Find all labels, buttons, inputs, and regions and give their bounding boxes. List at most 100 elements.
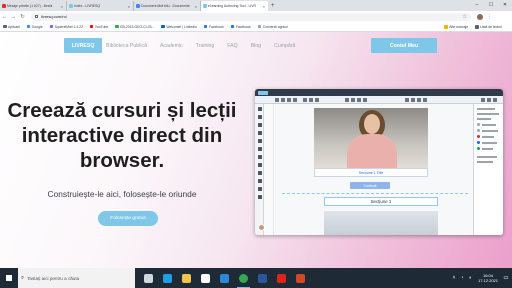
notifications-icon[interactable]: ▭ (502, 275, 510, 281)
back-icon[interactable]: ← (0, 14, 9, 20)
start-button[interactable] (0, 268, 18, 288)
taskbar-app-word[interactable] (253, 268, 272, 288)
taskbar-app-chrome[interactable] (234, 268, 253, 288)
close-tab-icon[interactable]: × (128, 4, 130, 9)
editor-canvas: Secțiune 1 Title Continuă Secțiune 1 (274, 104, 473, 235)
close-tab-icon[interactable]: × (195, 4, 197, 9)
nav-link[interactable]: Blog (251, 43, 261, 49)
taskbar-app-acrobat[interactable] (272, 268, 291, 288)
nav-link[interactable]: Training (196, 43, 215, 49)
bookmark-label: Facebook (235, 24, 251, 29)
forward-icon[interactable]: → (9, 14, 18, 20)
taskbar-app-powerpoint[interactable] (291, 268, 310, 288)
hero-headline: Creează cursuri și lecții interactive di… (7, 99, 237, 172)
nav-link[interactable]: FAQ (227, 43, 237, 49)
file-explorer-icon (182, 273, 191, 283)
bookmark-label: Welcome! | LinkedIn (166, 24, 197, 29)
tab-favicon (136, 4, 140, 8)
editor-topbar (255, 89, 503, 96)
tab-favicon (203, 4, 207, 8)
acrobat-icon (277, 273, 286, 283)
editor-user-avatar (258, 224, 265, 231)
nav-link[interactable]: Biblioteca Publică (106, 43, 147, 49)
taskbar-app-store[interactable] (196, 268, 215, 288)
browser-menu-icon[interactable]: ⋮ (487, 14, 492, 20)
bookmark-item[interactable]: Conversii agricol (257, 25, 288, 29)
bookmark-item[interactable]: Aplicații (3, 25, 20, 29)
lock-icon[interactable] (35, 15, 38, 18)
system-tray: ˄ ◔ ◖ 16:04 17.12.2021 ▭ (450, 268, 510, 288)
folder-icon (444, 25, 448, 29)
my-account-button[interactable]: Contul Meu (371, 38, 437, 53)
editor-page-list (264, 104, 274, 235)
bookmark-item[interactable]: Welcome! | LinkedIn (161, 25, 197, 29)
browser-tab[interactable]: Mesaje primite (1 627) - iliesbi × (0, 1, 67, 11)
close-window-icon[interactable]: ✕ (498, 0, 512, 11)
bookmark-favicon (161, 24, 165, 29)
window-controls: – ☐ ✕ (470, 0, 512, 11)
browser-toolbar: ← → ↻ livresq.com/ro/ ☆ ⋮ (0, 11, 512, 22)
minimize-icon[interactable]: – (470, 0, 484, 11)
task-view-icon (144, 273, 153, 283)
bookmark-item[interactable]: YouTube (89, 24, 109, 29)
word-icon (258, 273, 267, 283)
bookmark-item[interactable]: Facebook (230, 24, 251, 29)
close-tab-icon[interactable]: × (263, 4, 265, 9)
browser-tab[interactable]: Document fără titlu - Documente × (134, 1, 201, 11)
editor-continue-button: Continuă (350, 182, 390, 189)
bookmark-item[interactable]: Facebook (203, 25, 224, 29)
bookmark-star-icon[interactable]: ☆ (463, 14, 467, 20)
volume-icon[interactable]: ◖ (466, 275, 474, 281)
nav-link[interactable]: Academic (160, 43, 183, 49)
bookmark-item[interactable]: Google (26, 24, 43, 29)
other-bookmarks-folder[interactable]: Alte marcaje (444, 25, 468, 29)
windows-taskbar: ⌕ Tastați aici pentru a căuta ˄ ◔ ◖ 16:0… (0, 268, 512, 288)
editor-left-toolbar (255, 104, 264, 235)
taskbar-search-placeholder: Tastați aici pentru a căuta (27, 275, 80, 281)
use-free-button[interactable]: Folosește gratuit (98, 211, 158, 226)
taskbar-app-task-view[interactable] (139, 268, 158, 288)
editor-hero-photo (314, 108, 428, 168)
browser-tab[interactable]: Index - LIVRESQ × (67, 1, 134, 11)
hero-subheadline: Construiește-le aici, folosește-le oriun… (47, 189, 197, 199)
new-tab-button[interactable]: + (271, 1, 275, 11)
editor-toolbar (255, 96, 503, 104)
bookmark-favicon (3, 24, 7, 29)
browser-tab-active[interactable]: eLearning Authoring Tool - LIVR × (201, 1, 268, 11)
editor-preview-image: Secțiune 1 Title Continuă Secțiune 1 (255, 89, 503, 235)
bookmark-label: Google (31, 24, 43, 29)
browser-tab-strip: Mesaje primite (1 627) - iliesbi × Index… (0, 0, 512, 11)
site-navbar: LIVRESQ Biblioteca Publică Academic Trai… (0, 32, 512, 60)
close-tab-icon[interactable]: × (61, 4, 63, 9)
taskbar-search[interactable]: ⌕ Tastați aici pentru a căuta (18, 268, 135, 288)
bookmark-item[interactable]: EB-2013-GEO-CI-03... (115, 25, 154, 29)
bookmark-favicon (49, 24, 54, 29)
tab-title: Mesaje primite (1 627) - iliesbi (7, 4, 53, 8)
maximize-icon[interactable]: ☐ (484, 0, 498, 11)
edge-icon (163, 273, 172, 283)
taskbar-app-mail[interactable] (215, 268, 234, 288)
windows-logo-icon (5, 274, 13, 282)
tab-favicon (2, 4, 6, 8)
network-icon[interactable]: ◔ (458, 275, 466, 281)
bookmark-item[interactable]: SquirrelMail 1.4.22 (49, 24, 83, 29)
powerpoint-icon (296, 273, 305, 283)
taskbar-clock[interactable]: 16:04 17.12.2021 (478, 273, 498, 284)
store-icon (201, 273, 210, 283)
editor-properties-panel (473, 104, 503, 235)
taskbar-app-edge[interactable] (158, 268, 177, 288)
site-logo[interactable]: LIVRESQ (64, 38, 102, 53)
reload-icon[interactable]: ↻ (18, 14, 27, 20)
bookmark-label: Alte marcaje (449, 25, 469, 29)
profile-avatar[interactable] (477, 13, 483, 20)
address-bar[interactable]: livresq.com/ro/ ☆ (31, 12, 471, 21)
bookmark-favicon (26, 24, 31, 29)
bookmark-label: SquirrelMail 1.4.22 (54, 24, 83, 29)
bookmark-label: YouTube (94, 24, 109, 29)
bookmark-favicon (115, 24, 119, 29)
show-hidden-icons[interactable]: ˄ (450, 275, 458, 281)
editor-caption: Secțiune 1 Title (314, 168, 428, 177)
taskbar-app-file-explorer[interactable] (177, 268, 196, 288)
reading-list-button[interactable]: Listă de lecturi (475, 25, 502, 29)
nav-link[interactable]: Cumpără (274, 43, 295, 49)
